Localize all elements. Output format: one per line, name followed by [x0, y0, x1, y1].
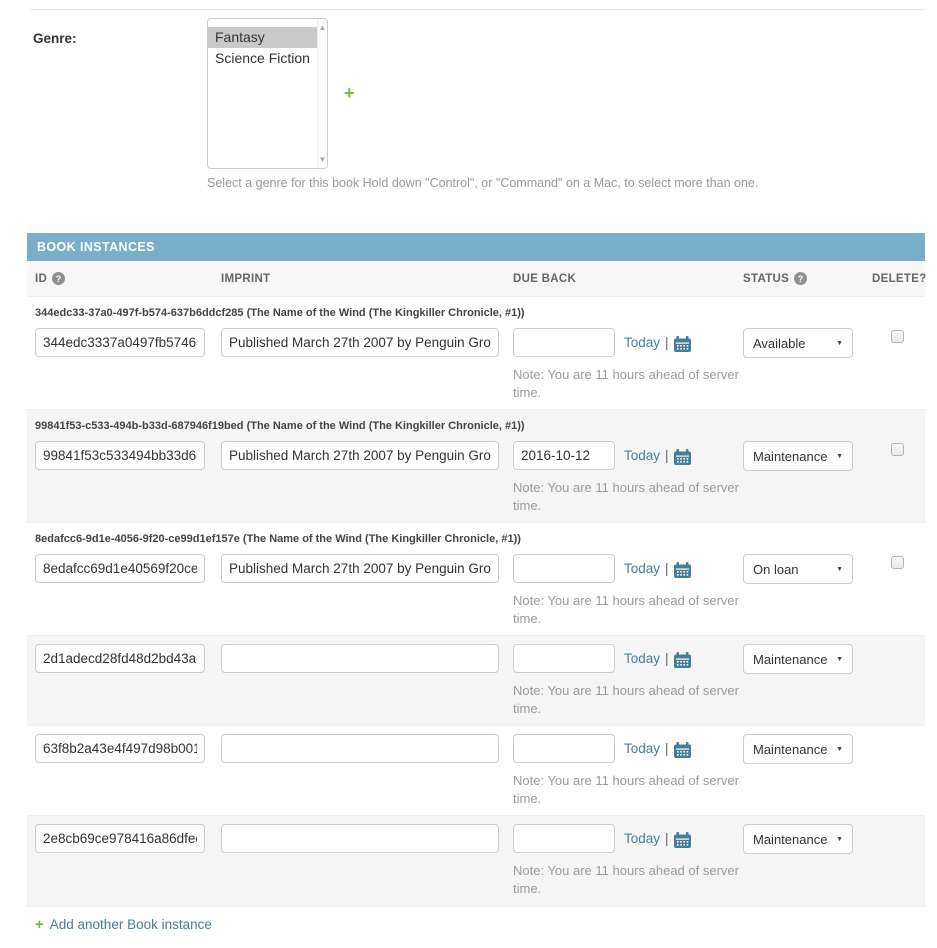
- status-help-icon[interactable]: ?: [794, 272, 807, 285]
- today-link[interactable]: Today: [624, 651, 660, 666]
- column-header-imprint: IMPRINT: [221, 272, 513, 285]
- today-link[interactable]: Today: [624, 831, 660, 846]
- timezone-note: Note: You are 11 hours ahead of server t…: [513, 479, 743, 514]
- book-edit-form: Genre: Fantasy Science Fiction ▲ ▼ + Sel…: [0, 9, 937, 948]
- status-value: Maintenance: [753, 449, 836, 464]
- book-instance-row: 8edafcc6-9d1e-4056-9f20-ce99d1ef157e (Th…: [27, 522, 925, 635]
- instance-caption: 8edafcc6-9d1e-4056-9f20-ce99d1ef157e (Th…: [35, 531, 917, 554]
- separator: |: [665, 741, 669, 756]
- timezone-note: Note: You are 11 hours ahead of server t…: [513, 366, 743, 401]
- column-header-row: ID ? IMPRINT DUE BACK STATUS ? DELETE?: [27, 261, 925, 297]
- status-value: Maintenance: [753, 832, 836, 847]
- add-instance-row: + Add another Book instance: [27, 906, 925, 948]
- imprint-input[interactable]: [221, 734, 499, 763]
- imprint-input[interactable]: [221, 441, 499, 470]
- separator: |: [665, 561, 669, 576]
- separator: |: [665, 651, 669, 666]
- id-help-icon[interactable]: ?: [52, 272, 65, 285]
- genre-option-fantasy[interactable]: Fantasy: [208, 27, 317, 48]
- calendar-icon[interactable]: [674, 336, 691, 352]
- dropdown-arrow-icon: ▼: [836, 340, 843, 347]
- imprint-input[interactable]: [221, 554, 499, 583]
- book-instances-module: BOOK INSTANCES ID ? IMPRINT DUE BACK STA…: [27, 233, 925, 948]
- due-back-input[interactable]: [513, 734, 615, 763]
- genre-form-row: Genre: Fantasy Science Fiction ▲ ▼ + Sel…: [30, 9, 925, 190]
- status-value: Maintenance: [753, 652, 836, 667]
- timezone-note: Note: You are 11 hours ahead of server t…: [513, 592, 743, 627]
- column-header-due-back: DUE BACK: [513, 272, 743, 285]
- today-link[interactable]: Today: [624, 561, 660, 576]
- calendar-icon[interactable]: [674, 562, 691, 578]
- add-instance-icon[interactable]: +: [35, 917, 44, 932]
- column-header-status: STATUS ?: [743, 272, 872, 285]
- column-header-delete: DELETE?: [872, 272, 927, 285]
- imprint-input[interactable]: [221, 644, 499, 673]
- timezone-note: Note: You are 11 hours ahead of server t…: [513, 682, 743, 717]
- separator: |: [665, 335, 669, 350]
- status-select[interactable]: On loan ▼: [743, 554, 853, 584]
- column-header-id: ID ?: [35, 272, 221, 285]
- calendar-icon[interactable]: [674, 742, 691, 758]
- calendar-icon[interactable]: [674, 832, 691, 848]
- timezone-note: Note: You are 11 hours ahead of server t…: [513, 862, 743, 897]
- add-instance-link[interactable]: Add another Book instance: [50, 917, 212, 932]
- book-instance-row: Today |: [27, 815, 925, 905]
- status-value: Maintenance: [753, 742, 836, 757]
- instance-caption: 344edc33-37a0-497f-b574-637b6ddcf285 (Th…: [35, 305, 917, 328]
- due-back-input[interactable]: [513, 328, 615, 357]
- instance-rows: 344edc33-37a0-497f-b574-637b6ddcf285 (Th…: [27, 297, 925, 906]
- status-value: On loan: [753, 562, 836, 577]
- imprint-input[interactable]: [221, 824, 499, 853]
- scroll-up-icon[interactable]: ▲: [319, 23, 327, 32]
- scroll-down-icon[interactable]: ▼: [319, 155, 327, 164]
- dropdown-arrow-icon: ▼: [836, 656, 843, 663]
- due-back-input[interactable]: [513, 824, 615, 853]
- due-back-input[interactable]: [513, 554, 615, 583]
- genre-label: Genre:: [30, 18, 207, 46]
- today-link[interactable]: Today: [624, 335, 660, 350]
- due-back-input[interactable]: [513, 644, 615, 673]
- id-input[interactable]: [35, 734, 205, 763]
- separator: |: [665, 831, 669, 846]
- delete-checkbox[interactable]: [891, 443, 904, 456]
- id-input[interactable]: [35, 328, 205, 357]
- add-genre-icon[interactable]: +: [344, 84, 355, 102]
- id-input[interactable]: [35, 824, 205, 853]
- book-instance-row: Today |: [27, 635, 925, 725]
- module-title: BOOK INSTANCES: [27, 233, 925, 261]
- calendar-icon[interactable]: [674, 652, 691, 668]
- status-select[interactable]: Maintenance ▼: [743, 441, 853, 471]
- delete-checkbox[interactable]: [891, 330, 904, 343]
- today-link[interactable]: Today: [624, 741, 660, 756]
- id-input[interactable]: [35, 554, 205, 583]
- listbox-scrollbar[interactable]: ▲ ▼: [317, 19, 327, 168]
- status-value: Available: [753, 336, 836, 351]
- id-input[interactable]: [35, 644, 205, 673]
- genre-help-text: Select a genre for this book Hold down "…: [207, 169, 925, 190]
- timezone-note: Note: You are 11 hours ahead of server t…: [513, 772, 743, 807]
- id-input[interactable]: [35, 441, 205, 470]
- status-select[interactable]: Maintenance ▼: [743, 644, 853, 674]
- book-instance-row: Today |: [27, 725, 925, 815]
- calendar-icon[interactable]: [674, 449, 691, 465]
- book-instance-row: 344edc33-37a0-497f-b574-637b6ddcf285 (Th…: [27, 297, 925, 409]
- dropdown-arrow-icon: ▼: [836, 453, 843, 460]
- status-select[interactable]: Maintenance ▼: [743, 734, 853, 764]
- delete-checkbox[interactable]: [891, 556, 904, 569]
- status-select[interactable]: Available ▼: [743, 328, 853, 358]
- genre-option-science-fiction[interactable]: Science Fiction: [208, 48, 317, 69]
- due-back-input[interactable]: [513, 441, 615, 470]
- today-link[interactable]: Today: [624, 448, 660, 463]
- imprint-input[interactable]: [221, 328, 499, 357]
- book-instance-row: 99841f53-c533-494b-b33d-687946f19bed (Th…: [27, 409, 925, 522]
- dropdown-arrow-icon: ▼: [836, 566, 843, 573]
- genre-select[interactable]: Fantasy Science Fiction ▲ ▼: [207, 18, 328, 169]
- dropdown-arrow-icon: ▼: [836, 746, 843, 753]
- dropdown-arrow-icon: ▼: [836, 836, 843, 843]
- instance-caption: 99841f53-c533-494b-b33d-687946f19bed (Th…: [35, 418, 917, 441]
- status-select[interactable]: Maintenance ▼: [743, 824, 853, 854]
- separator: |: [665, 448, 669, 463]
